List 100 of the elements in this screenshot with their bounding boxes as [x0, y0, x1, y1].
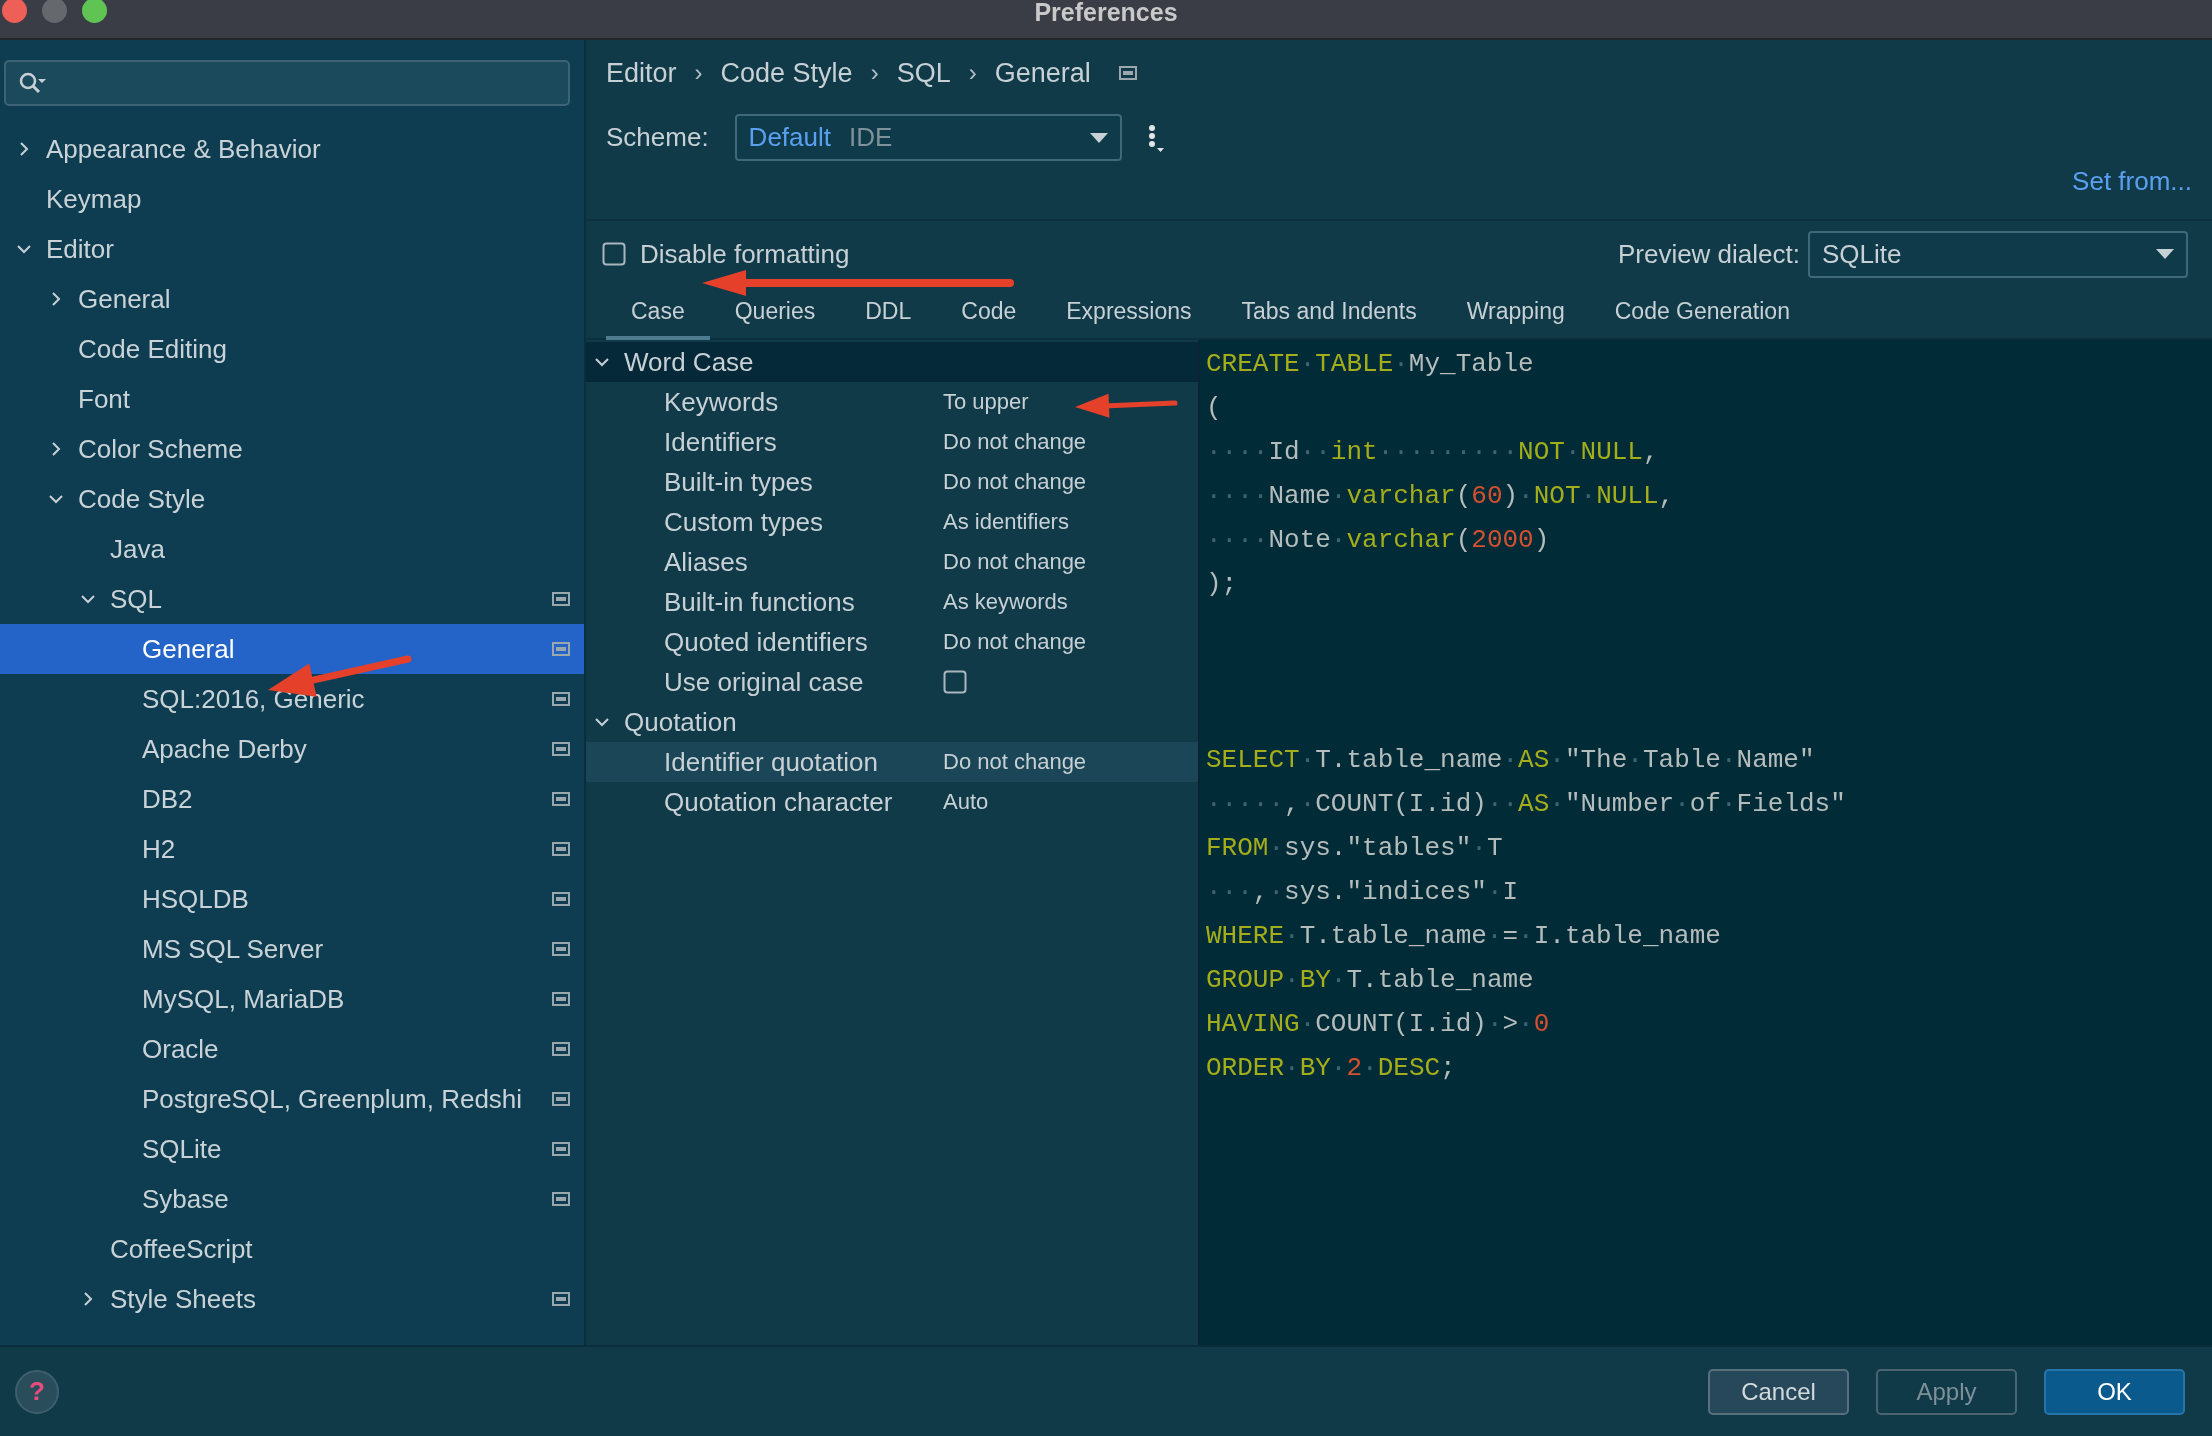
option-label: Use original case	[664, 666, 865, 698]
option-row[interactable]: Keywords To upper	[586, 382, 1198, 422]
code-line: CREATE·TABLE·My_Table	[1206, 348, 1534, 381]
code-line: ·····,·COUNT(I.id)··AS·"Number·of·Fields"	[1206, 788, 1846, 821]
tree-item[interactable]: Editor	[0, 224, 584, 274]
breadcrumb-separator: ›	[870, 59, 879, 87]
code-line: SELECT·T.table_name·AS·"The·Table·Name"	[1206, 744, 1815, 777]
tab[interactable]: Queries	[709, 287, 841, 340]
tree-item[interactable]: Java	[0, 524, 584, 574]
option-label: Quotation character	[664, 786, 894, 818]
tree-item[interactable]: H2	[0, 824, 584, 874]
tree-item[interactable]: General	[0, 274, 584, 324]
code-line: (	[1206, 392, 1222, 425]
group-label: Quotation	[624, 706, 737, 738]
breadcrumb-item[interactable]: SQL	[896, 57, 951, 89]
code-line: ····Name·varchar(60)·NOT·NULL,	[1206, 480, 1675, 513]
code-line: HAVING·COUNT(I.id)·>·0	[1206, 1008, 1550, 1041]
code-line: ···,·sys."indices"·I	[1206, 876, 1519, 909]
option-row[interactable]: Built-in functions As keywords	[586, 582, 1198, 622]
preview-dialect-label: Preview dialect:	[1617, 238, 1800, 270]
option-row[interactable]: Quotation character Auto	[586, 782, 1198, 822]
code-line: FROM·sys."tables"·T	[1206, 832, 1503, 865]
breadcrumb-item[interactable]: Code Style	[720, 57, 853, 89]
tree-item[interactable]: Apache Derby	[0, 724, 584, 774]
tree-item[interactable]: Style Sheets	[0, 1274, 584, 1324]
option-value[interactable]: To upper	[943, 389, 1029, 415]
dropdown-caret-icon	[2156, 249, 2174, 259]
option-label: Quoted identifiers	[664, 626, 869, 658]
option-label: Built-in types	[664, 466, 814, 498]
code-line: ····Id··int·········NOT·NULL,	[1206, 436, 1659, 469]
code-line: WHERE·T.table_name·=·I.table_name	[1206, 920, 1721, 953]
checkbox-label: Disable formatting	[640, 238, 850, 270]
scheme-label: Scheme:	[606, 122, 709, 153]
option-value[interactable]: Do not change	[943, 629, 1087, 655]
tree-item[interactable]: SQLite	[0, 1124, 584, 1174]
option-value[interactable]: As identifiers	[943, 509, 1069, 535]
option-value[interactable]: As keywords	[943, 589, 1068, 615]
tree-item[interactable]: SQL	[0, 574, 584, 624]
code-line: );	[1206, 568, 1238, 601]
preview-dialect-dropdown[interactable]: SQLite	[1808, 230, 2188, 278]
option-row[interactable]: Aliases Do not change	[586, 542, 1198, 582]
tab[interactable]: Tabs and Indents	[1216, 287, 1442, 340]
option-value[interactable]: Do not change	[943, 469, 1087, 495]
tree-item[interactable]: Code Style	[0, 474, 584, 524]
tab[interactable]: Code Generation	[1589, 287, 1815, 340]
set-from-link[interactable]: Set from...	[2072, 166, 2192, 202]
scheme-dropdown[interactable]: Default IDE	[734, 114, 1122, 161]
tree-item[interactable]: Font	[0, 374, 584, 424]
option-row[interactable]: Identifier quotation Do not change	[586, 742, 1198, 782]
tree-item[interactable]: PostgreSQL, Greenplum, Redshi	[0, 1074, 584, 1124]
panel-icon	[1118, 66, 1137, 80]
code-line: ····Note·varchar(2000)	[1206, 524, 1550, 557]
tree-item[interactable]: SQL:2016, Generic	[0, 674, 584, 724]
breadcrumb-item[interactable]: Editor	[606, 57, 677, 89]
tree-item[interactable]: General	[0, 624, 584, 674]
tab[interactable]: Wrapping	[1441, 287, 1590, 340]
search-field[interactable]	[4, 60, 570, 106]
option-value[interactable]: Do not change	[943, 749, 1087, 775]
checkbox[interactable]	[602, 242, 626, 266]
window-title: Preferences	[1034, 0, 1178, 26]
option-group[interactable]: Word Case	[586, 342, 1198, 382]
option-value[interactable]: Do not change	[943, 549, 1087, 575]
option-row[interactable]: Use original case	[586, 662, 1198, 702]
tree-item[interactable]: Oracle	[0, 1024, 584, 1074]
tab[interactable]: DDL	[840, 287, 937, 340]
option-value[interactable]: Do not change	[943, 429, 1087, 455]
tree-item[interactable]: MS SQL Server	[0, 924, 584, 974]
tree-item[interactable]: Color Scheme	[0, 424, 584, 474]
search-icon	[18, 71, 46, 95]
dialog-button[interactable]: OK	[2044, 1368, 2185, 1415]
option-value[interactable]: Auto	[943, 789, 989, 815]
tab[interactable]: Code	[936, 287, 1042, 340]
tree-item[interactable]: Keymap	[0, 174, 584, 224]
breadcrumb-separator: ›	[968, 59, 977, 87]
tree-item[interactable]: Code Editing	[0, 324, 584, 374]
tab[interactable]: Expressions	[1041, 287, 1217, 340]
checkbox[interactable]	[943, 670, 967, 694]
dropdown-caret-icon	[1089, 132, 1108, 143]
option-label: Identifiers	[664, 426, 778, 458]
code-line: GROUP·BY·T.table_name	[1206, 964, 1534, 997]
option-row[interactable]: Identifiers Do not change	[586, 422, 1198, 462]
tree-item[interactable]: Appearance & Behavior	[0, 124, 584, 174]
option-row[interactable]: Quoted identifiers Do not change	[586, 622, 1198, 662]
close-button[interactable]	[2, 0, 27, 23]
option-row[interactable]: Built-in types Do not change	[586, 462, 1198, 502]
tree-item[interactable]: MySQL, MariaDB	[0, 974, 584, 1024]
breadcrumb-item[interactable]: General	[994, 57, 1091, 89]
option-label: Custom types	[664, 506, 824, 538]
zoom-button[interactable]	[82, 0, 107, 23]
dialog-button[interactable]: Cancel	[1708, 1368, 1849, 1415]
option-row[interactable]: Custom types As identifiers	[586, 502, 1198, 542]
option-label: Identifier quotation	[664, 746, 879, 778]
option-label: Built-in functions	[664, 586, 856, 618]
tree-item[interactable]: Sybase	[0, 1174, 584, 1224]
tree-item[interactable]: CoffeeScript	[0, 1224, 584, 1274]
option-group[interactable]: Quotation	[586, 702, 1198, 742]
code-line: ORDER·BY·2·DESC;	[1206, 1052, 1456, 1085]
tree-item[interactable]: DB2	[0, 774, 584, 824]
breadcrumb-separator: ›	[694, 59, 703, 87]
tree-item[interactable]: HSQLDB	[0, 874, 584, 924]
